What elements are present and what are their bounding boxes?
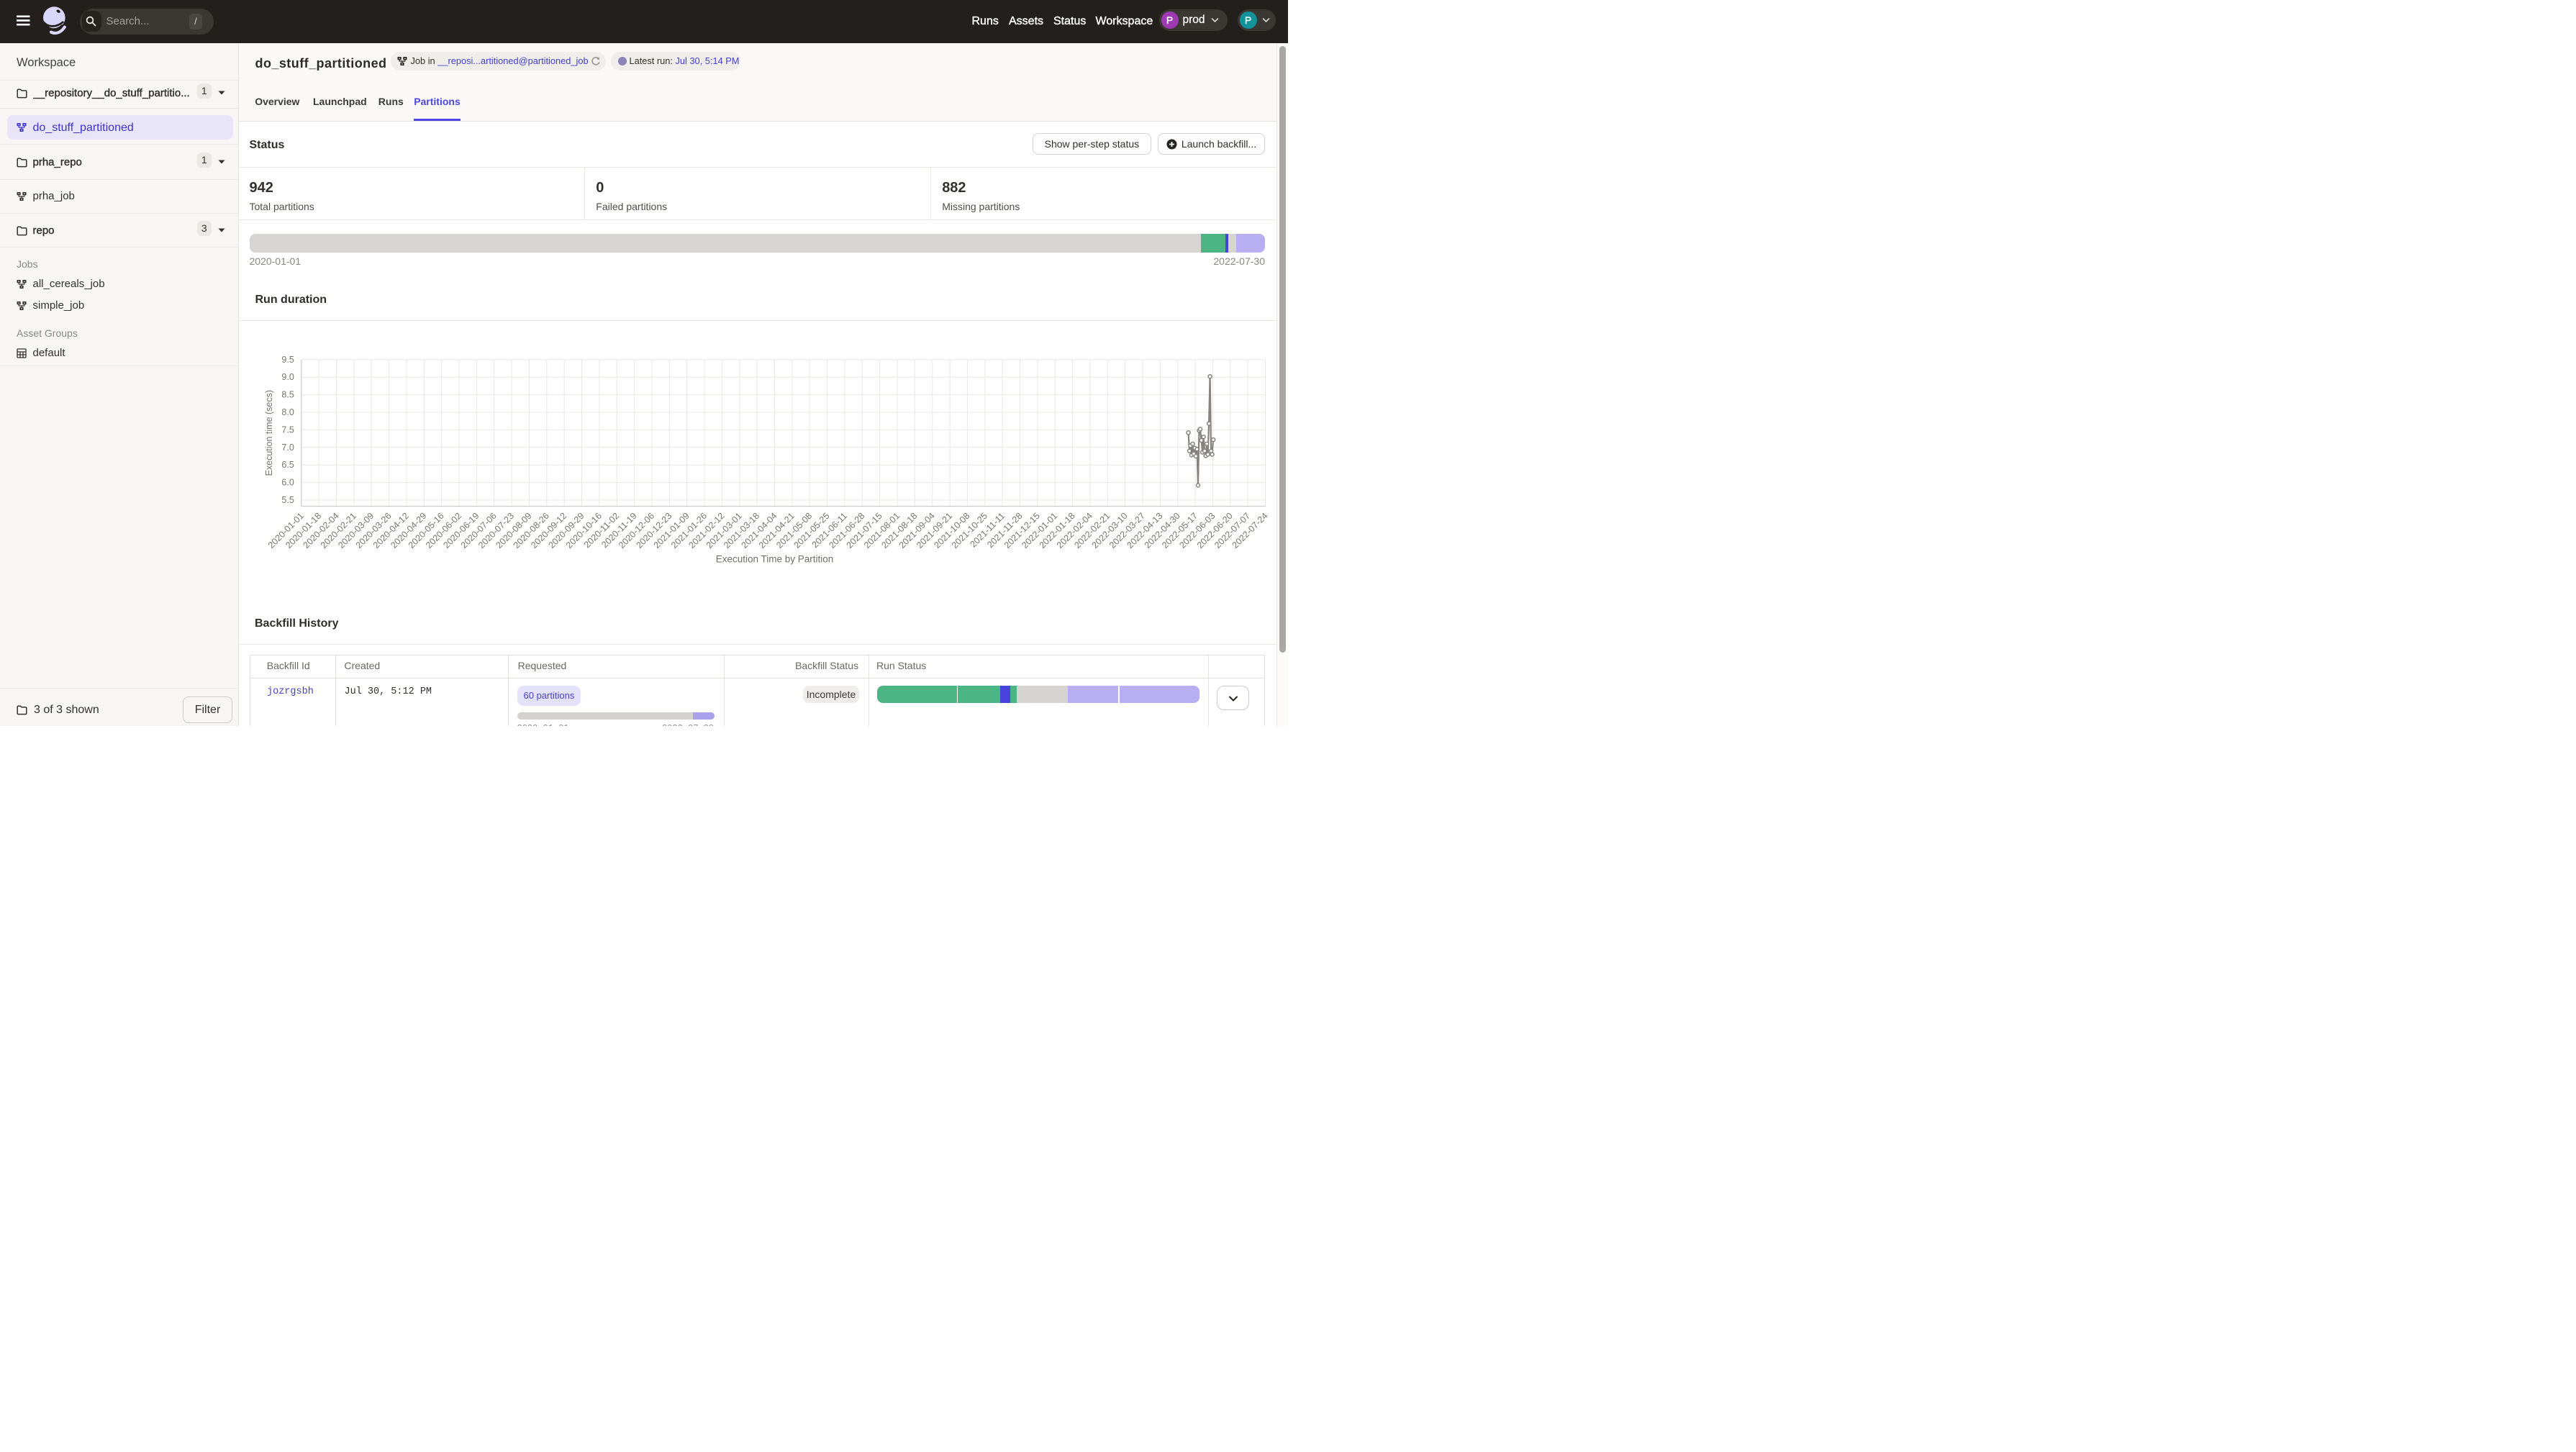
svg-text:7.5: 7.5 bbox=[281, 425, 294, 435]
svg-text:8.5: 8.5 bbox=[281, 390, 294, 400]
svg-text:6.5: 6.5 bbox=[281, 460, 294, 470]
svg-text:7.0: 7.0 bbox=[281, 443, 294, 453]
svg-text:5.5: 5.5 bbox=[281, 495, 294, 505]
svg-text:9.5: 9.5 bbox=[281, 355, 294, 365]
svg-text:Execution Time by Partition: Execution Time by Partition bbox=[715, 554, 833, 565]
svg-text:Execution time (secs): Execution time (secs) bbox=[263, 390, 273, 476]
svg-text:6.0: 6.0 bbox=[281, 478, 294, 488]
svg-text:9.0: 9.0 bbox=[281, 372, 294, 382]
svg-text:8.0: 8.0 bbox=[281, 407, 294, 417]
